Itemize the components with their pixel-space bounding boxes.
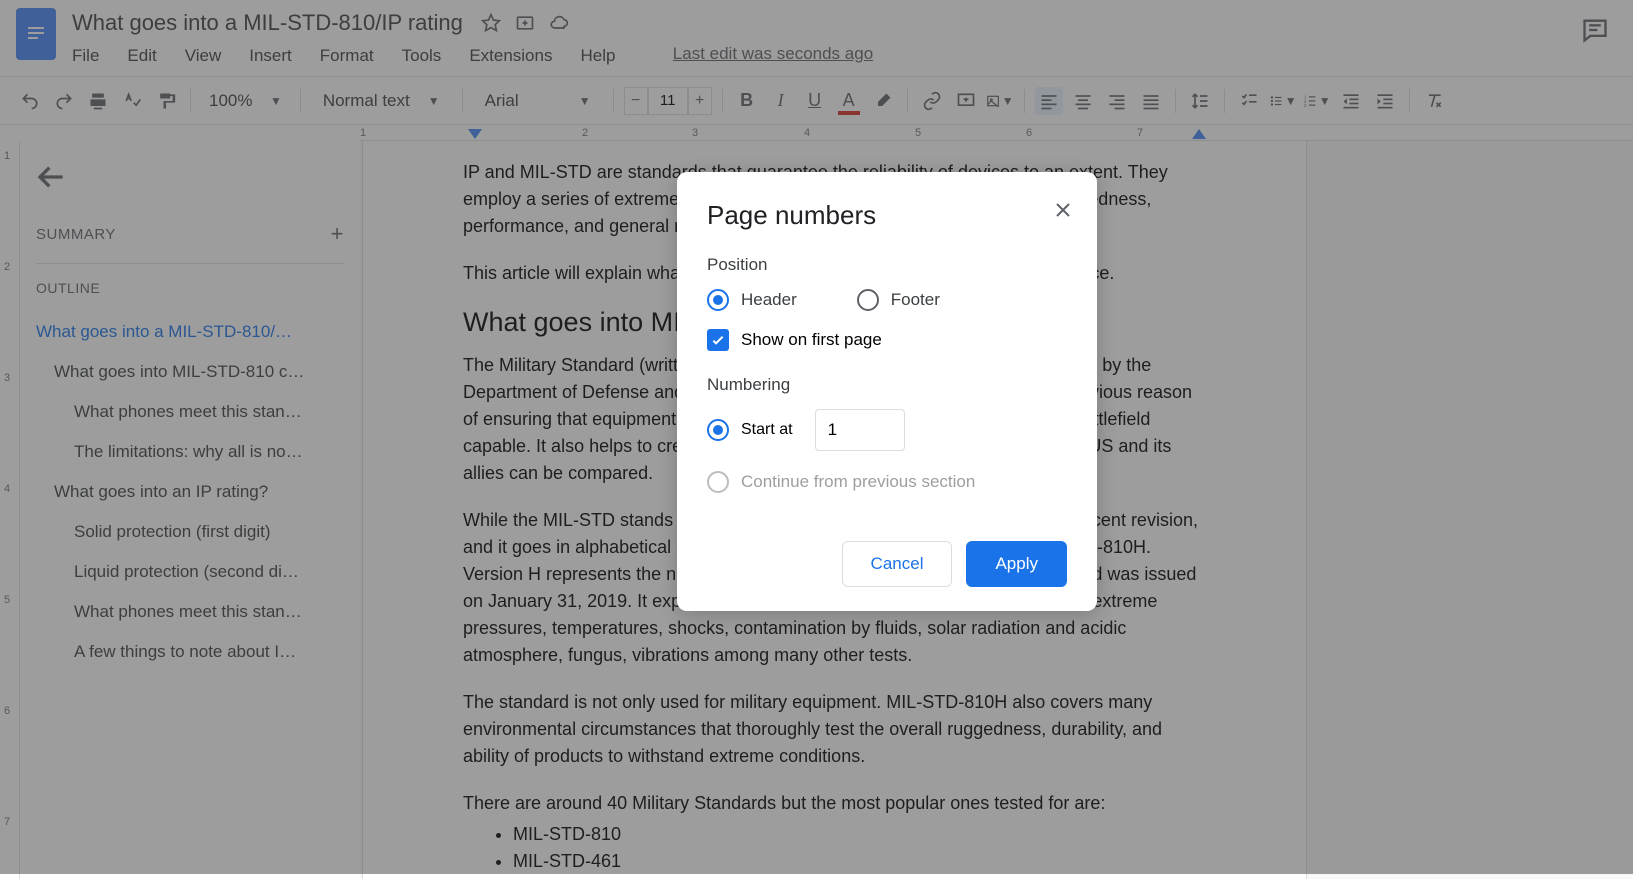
dialog-title: Page numbers xyxy=(707,200,1067,231)
position-label: Position xyxy=(707,255,1067,275)
close-icon[interactable] xyxy=(1051,198,1075,222)
cancel-button[interactable]: Cancel xyxy=(842,541,953,587)
start-at-input[interactable] xyxy=(815,409,905,451)
show-first-page-checkbox[interactable] xyxy=(707,329,729,351)
continue-radio xyxy=(707,471,729,493)
header-radio[interactable] xyxy=(707,289,729,311)
start-at-radio[interactable] xyxy=(707,419,729,441)
numbering-label: Numbering xyxy=(707,375,1067,395)
show-first-page-label: Show on first page xyxy=(741,330,882,350)
header-radio-label: Header xyxy=(741,290,797,310)
footer-radio-label: Footer xyxy=(891,290,940,310)
list-item[interactable]: MIL-S-901 xyxy=(513,875,1206,879)
page-numbers-dialog: Page numbers Position Header Footer Show… xyxy=(677,172,1097,611)
footer-radio[interactable] xyxy=(857,289,879,311)
continue-label: Continue from previous section xyxy=(741,472,975,492)
apply-button[interactable]: Apply xyxy=(966,541,1067,587)
start-at-label: Start at xyxy=(741,421,793,439)
